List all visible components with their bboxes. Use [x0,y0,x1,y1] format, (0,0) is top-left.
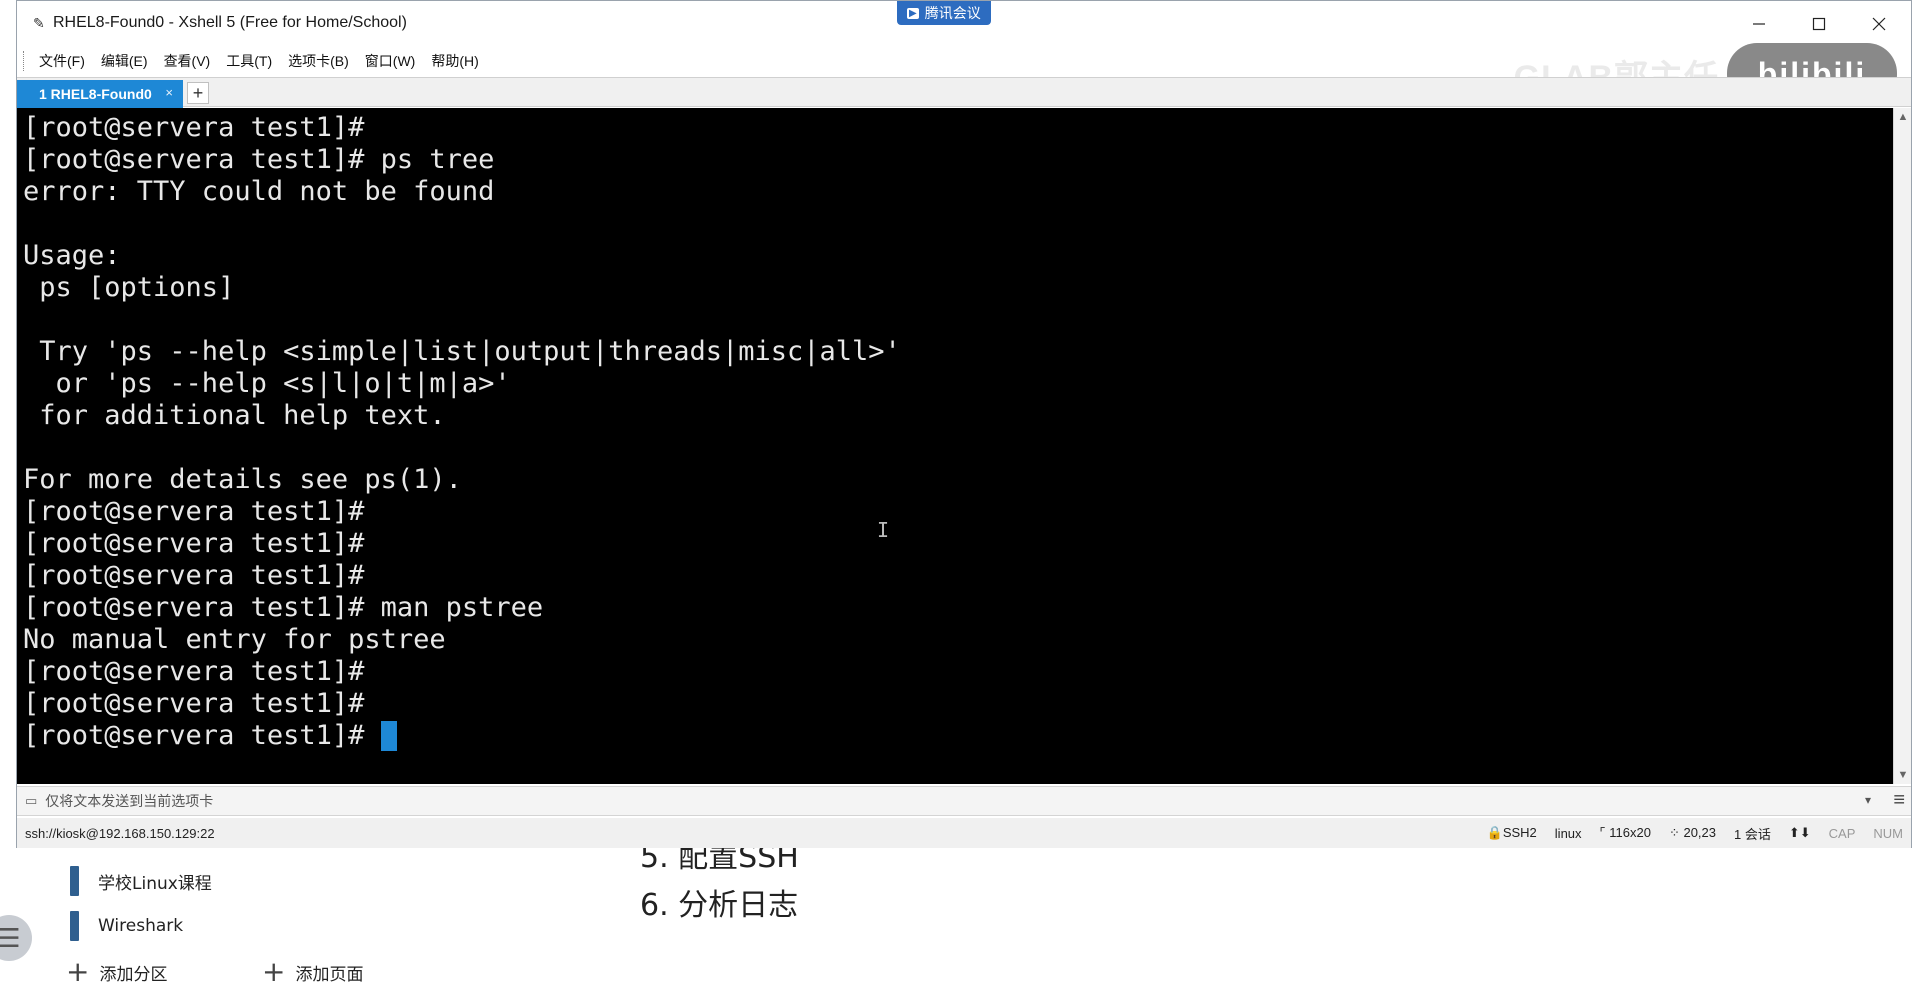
notebook-item[interactable]: 学校Linux课程 [70,866,212,896]
terminal-line: ps [options] [23,272,235,303]
cursor-position: ⁘ 20,23 [1668,825,1717,840]
keyboard-icon[interactable]: ▭ [25,793,37,809]
maximize-button[interactable] [1789,1,1849,47]
terminal-line: [root@servera test1]# [23,656,365,687]
lock-icon: 🔒 [1486,825,1503,840]
plus-icon: + [66,955,90,988]
meeting-icon: ▶ [907,7,919,19]
tab-close-icon[interactable]: × [165,85,173,100]
session-count: 1 会话 [1734,826,1771,842]
window-title: RHEL8-Found0 - Xshell 5 (Free for Home/S… [53,14,407,31]
close-icon [1872,17,1886,31]
terminal-line: For more details see ps(1). [23,464,462,495]
connection-address: ssh://kiosk@192.168.150.129:22 [25,825,215,841]
resize-icon: ⌜ [1599,825,1610,840]
notebook-tab-icon [70,911,79,941]
terminal-line: No manual entry for pstree [23,624,446,655]
terminal-line: Usage: [23,240,121,271]
terminal-output[interactable]: [root@servera test1]# [root@servera test… [17,108,1894,784]
terminal-line: error: TTY could not be found [23,176,495,207]
add-section-button[interactable]: + 添加分区 [66,958,167,986]
terminal-line: [root@servera test1]# [23,560,365,591]
terminal-line: or 'ps --help <s|l|o|t|m|a>' [23,368,511,399]
tab-session[interactable]: 1 RHEL8-Found0 × [17,80,183,108]
num-lock-indicator: NUM [1873,825,1903,841]
new-tab-button[interactable]: + [187,82,209,104]
scroll-down-icon[interactable]: ▼ [1894,766,1912,784]
scroll-up-icon[interactable]: ▲ [1894,108,1912,126]
notebook-tab-icon [70,866,79,896]
outline-item: 6. 分析日志 [640,888,799,923]
menu-file[interactable]: 文件(F) [39,51,85,71]
compose-bar: ▭ 仅将文本发送到当前选项卡 ▾ ≡ [17,786,1911,816]
add-section-label: 添加分区 [99,964,168,985]
minimize-icon [1753,23,1765,25]
terminal-size: ⌜ 116x20 [1599,825,1651,840]
add-page-label: 添加页面 [295,964,364,985]
notebook-item[interactable]: Wireshark [70,911,183,941]
terminal-prompt: [root@servera test1]# [23,720,381,751]
menu-window[interactable]: 窗口(W) [365,51,416,71]
compose-dropdown-icon[interactable]: ▾ [1865,793,1871,807]
notebook-label: Wireshark [98,916,184,936]
transfer-arrows-icon[interactable]: ⬆⬇ [1789,825,1811,841]
caps-lock-indicator: CAP [1828,825,1856,841]
compose-input[interactable]: 仅将文本发送到当前选项卡 [45,791,213,811]
terminal-line: [root@servera test1]# [23,112,365,143]
xshell-window: ✎ RHEL8-Found0 - Xshell 5 (Free for Home… [16,0,1912,848]
ibeam-cursor-icon: I [877,518,890,542]
menu-edit[interactable]: 编辑(E) [101,51,148,71]
tab-label: 1 RHEL8-Found0 [39,86,152,102]
terminal-line: [root@servera test1]# [23,496,365,527]
menu-view[interactable]: 查看(V) [164,51,211,71]
minimize-button[interactable] [1729,1,1789,47]
maximize-icon [1812,17,1826,31]
terminal-line: for additional help text. [23,400,446,431]
terminal-line: [root@servera test1]# [23,528,365,559]
close-button[interactable] [1849,1,1909,47]
protocol-indicator: 🔒SSH2 [1486,825,1537,840]
status-bar: ssh://kiosk@192.168.150.129:22 🔒SSH2 lin… [17,818,1911,848]
terminal-cursor [380,721,397,751]
terminal-app-icon: ✎ [33,15,45,31]
collapse-handle-icon[interactable]: ☰ [0,915,32,961]
tab-bar: 1 RHEL8-Found0 × + [17,77,1911,108]
terminal-prompt-line: [root@servera test1]# [23,720,1894,752]
compose-menu-icon[interactable]: ≡ [1893,790,1905,810]
terminal-line: [root@servera test1]# [23,688,365,719]
terminal-line: [root@servera test1]# ps tree [23,144,495,175]
toolbar-grip[interactable] [23,51,26,71]
terminal-line: Try 'ps --help <simple|list|output|threa… [23,336,901,367]
menu-tabs[interactable]: 选项卡(B) [288,51,349,71]
notebook-label: 学校Linux课程 [98,873,212,894]
menu-bar: 文件(F) 编辑(E) 查看(V) 工具(T) 选项卡(B) 窗口(W) 帮助(… [17,47,1911,75]
plus-icon: + [262,955,286,988]
menu-help[interactable]: 帮助(H) [431,51,478,71]
title-bar[interactable]: ✎ RHEL8-Found0 - Xshell 5 (Free for Home… [17,1,1911,47]
terminal-type: linux [1554,825,1582,841]
add-page-button[interactable]: + 添加页面 [262,958,363,986]
menu-tools[interactable]: 工具(T) [226,51,272,71]
meeting-label: 腾讯会议 [924,5,981,21]
meeting-badge[interactable]: ▶ 腾讯会议 [897,1,991,25]
position-icon: ⁘ [1668,825,1684,840]
terminal-scrollbar[interactable]: ▲ ▼ [1893,108,1911,784]
terminal-line: [root@servera test1]# man pstree [23,592,544,623]
